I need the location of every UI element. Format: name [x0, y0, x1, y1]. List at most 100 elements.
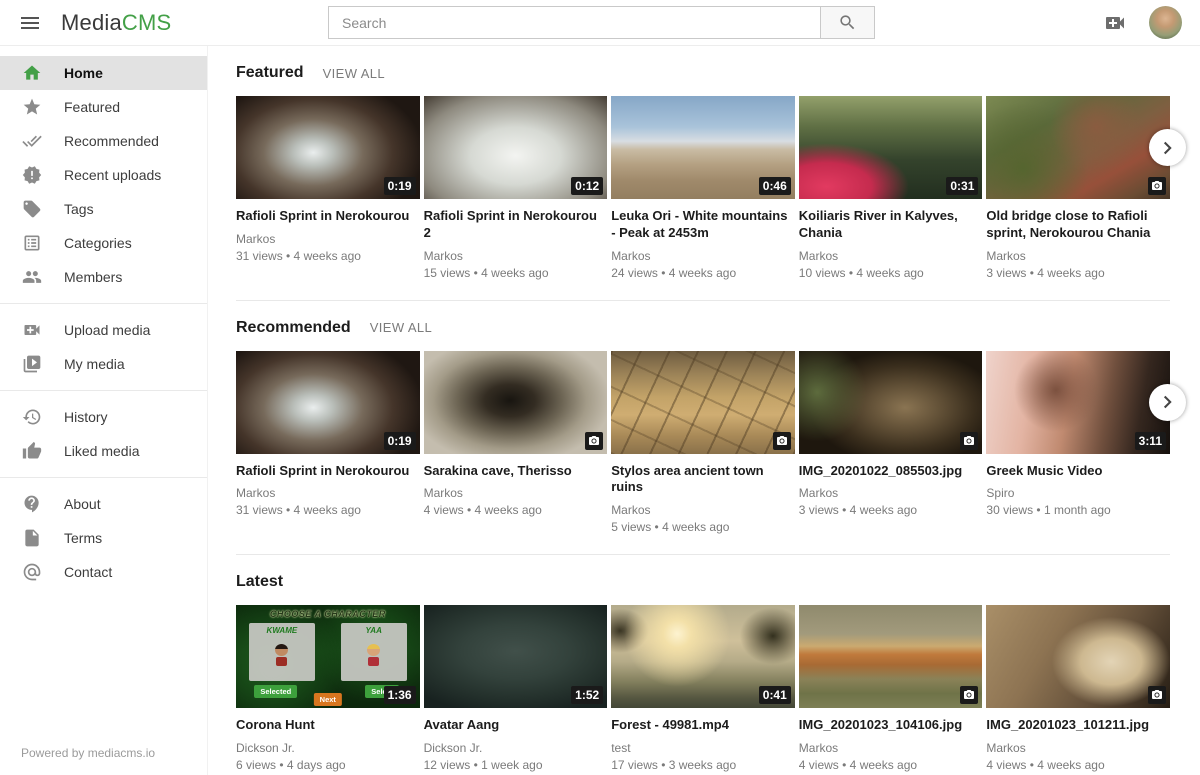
media-card[interactable]: 0:41 Forest - 49981.mp4 test 17 views • … [611, 605, 795, 772]
media-card[interactable]: Old bridge close to Rafioli sprint, Nero… [986, 96, 1170, 280]
media-author[interactable]: Markos [799, 249, 983, 263]
media-author[interactable]: Markos [611, 503, 795, 517]
media-title[interactable]: IMG_20201023_101211.jpg [986, 717, 1170, 734]
media-thumbnail[interactable] [799, 351, 983, 454]
view-all-link[interactable]: VIEW ALL [323, 66, 385, 81]
thumb-up-icon [21, 440, 43, 462]
next-arrow-button[interactable] [1149, 129, 1186, 166]
sidebar-item-recommended[interactable]: Recommended [0, 124, 207, 158]
logo[interactable]: MediaCMS [61, 10, 171, 36]
media-card[interactable]: 0:31 Koiliaris River in Kalyves, Chania … [799, 96, 983, 280]
duration-badge: 3:11 [1135, 432, 1166, 450]
media-card[interactable]: 1:52 Avatar Aang Dickson Jr. 12 views • … [424, 605, 608, 772]
user-avatar[interactable] [1149, 6, 1182, 39]
sidebar-item-terms[interactable]: Terms [0, 521, 207, 555]
media-title[interactable]: IMG_20201022_085503.jpg [799, 463, 983, 480]
media-author[interactable]: Markos [424, 486, 608, 500]
categories-icon [21, 232, 43, 254]
duration-badge: 0:19 [384, 177, 416, 195]
next-arrow-button[interactable] [1149, 384, 1186, 421]
header-actions [1101, 6, 1182, 39]
media-thumbnail[interactable] [986, 96, 1170, 199]
view-all-link[interactable]: VIEW ALL [370, 320, 432, 335]
media-thumbnail[interactable]: 0:46 [611, 96, 795, 199]
media-meta: 31 views • 4 weeks ago [236, 249, 420, 263]
media-title[interactable]: Corona Hunt [236, 717, 420, 734]
media-card[interactable]: 0:19 Rafioli Sprint in Nerokourou Markos… [236, 351, 420, 535]
sidebar-item-home[interactable]: Home [0, 56, 207, 90]
media-thumbnail[interactable]: 0:19 [236, 96, 420, 199]
media-title[interactable]: IMG_20201023_104106.jpg [799, 717, 983, 734]
media-title[interactable]: Greek Music Video [986, 463, 1170, 480]
media-card[interactable]: Sarakina cave, Therisso Markos 4 views •… [424, 351, 608, 535]
media-author[interactable]: Dickson Jr. [424, 741, 608, 755]
duration-badge: 0:46 [759, 177, 791, 195]
media-thumbnail[interactable]: 0:31 [799, 96, 983, 199]
sidebar-item-members[interactable]: Members [0, 260, 207, 294]
media-title[interactable]: Avatar Aang [424, 717, 608, 734]
media-title[interactable]: Rafioli Sprint in Nerokourou [236, 463, 420, 480]
search-input[interactable] [328, 6, 820, 39]
media-title[interactable]: Forest - 49981.mp4 [611, 717, 795, 734]
media-title[interactable]: Stylos area ancient town ruins [611, 463, 795, 496]
menu-icon [18, 11, 42, 35]
media-author[interactable]: Markos [236, 486, 420, 500]
media-title[interactable]: Rafioli Sprint in Nerokourou [236, 208, 420, 225]
media-card[interactable]: IMG_20201022_085503.jpg Markos 3 views •… [799, 351, 983, 535]
sidebar-item-history[interactable]: History [0, 400, 207, 434]
app-body: Home Featured Recommended Recent uploads… [0, 46, 1200, 775]
media-author[interactable]: Markos [986, 741, 1170, 755]
media-card[interactable]: 0:12 Rafioli Sprint in Nerokourou 2 Mark… [424, 96, 608, 280]
media-card[interactable]: 3:11 Greek Music Video Spiro 30 views • … [986, 351, 1170, 535]
media-card[interactable]: IMG_20201023_101211.jpg Markos 4 views •… [986, 605, 1170, 772]
search-button[interactable] [820, 6, 875, 39]
media-author[interactable]: Dickson Jr. [236, 741, 420, 755]
media-author[interactable]: Markos [236, 232, 420, 246]
media-author[interactable]: Markos [611, 249, 795, 263]
media-thumbnail[interactable]: 0:19 [236, 351, 420, 454]
media-author[interactable]: Markos [799, 486, 983, 500]
home-icon [21, 62, 43, 84]
media-author[interactable]: test [611, 741, 795, 755]
media-card[interactable]: CHOOSE A CHARACTER KWAME YAA Selected Ne… [236, 605, 420, 772]
media-title[interactable]: Old bridge close to Rafioli sprint, Nero… [986, 208, 1170, 241]
media-card[interactable]: 0:19 Rafioli Sprint in Nerokourou Markos… [236, 96, 420, 280]
media-title[interactable]: Leuka Ori - White mountains - Peak at 24… [611, 208, 795, 241]
sidebar-item-tags[interactable]: Tags [0, 192, 207, 226]
character-name-left: KWAME [249, 626, 315, 635]
media-thumbnail[interactable]: 0:12 [424, 96, 608, 199]
media-thumbnail[interactable]: CHOOSE A CHARACTER KWAME YAA Selected Ne… [236, 605, 420, 708]
media-card[interactable]: IMG_20201023_104106.jpg Markos 4 views •… [799, 605, 983, 772]
media-thumbnail[interactable] [424, 351, 608, 454]
media-thumbnail[interactable] [799, 605, 983, 708]
new-releases-icon [21, 164, 43, 186]
sidebar-item-recent-uploads[interactable]: Recent uploads [0, 158, 207, 192]
media-meta: 3 views • 4 weeks ago [799, 503, 983, 517]
sidebar-item-my-media[interactable]: My media [0, 347, 207, 381]
sidebar-item-contact[interactable]: Contact [0, 555, 207, 589]
media-title[interactable]: Koiliaris River in Kalyves, Chania [799, 208, 983, 241]
sidebar-item-about[interactable]: About [0, 487, 207, 521]
media-author[interactable]: Markos [986, 249, 1170, 263]
upload-media-button[interactable] [1101, 9, 1129, 37]
media-author[interactable]: Markos [424, 249, 608, 263]
media-thumbnail[interactable]: 1:52 [424, 605, 608, 708]
sidebar-item-featured[interactable]: Featured [0, 90, 207, 124]
media-card[interactable]: Stylos area ancient town ruins Markos 5 … [611, 351, 795, 535]
media-thumbnail[interactable]: 0:41 [611, 605, 795, 708]
media-card[interactable]: 0:46 Leuka Ori - White mountains - Peak … [611, 96, 795, 280]
media-author[interactable]: Spiro [986, 486, 1170, 500]
media-thumbnail[interactable] [611, 351, 795, 454]
media-title[interactable]: Sarakina cave, Therisso [424, 463, 608, 480]
sidebar-item-liked-media[interactable]: Liked media [0, 434, 207, 468]
hamburger-menu-button[interactable] [10, 3, 50, 43]
media-title[interactable]: Rafioli Sprint in Nerokourou 2 [424, 208, 608, 241]
sidebar-item-categories[interactable]: Categories [0, 226, 207, 260]
media-thumbnail[interactable]: 3:11 [986, 351, 1170, 454]
sidebar-item-upload-media[interactable]: Upload media [0, 313, 207, 347]
media-author[interactable]: Markos [799, 741, 983, 755]
sidebar-item-label: History [64, 409, 108, 425]
camera-icon [963, 435, 975, 447]
media-thumbnail[interactable] [986, 605, 1170, 708]
powered-by-link[interactable]: Powered by mediacms.io [0, 746, 207, 775]
